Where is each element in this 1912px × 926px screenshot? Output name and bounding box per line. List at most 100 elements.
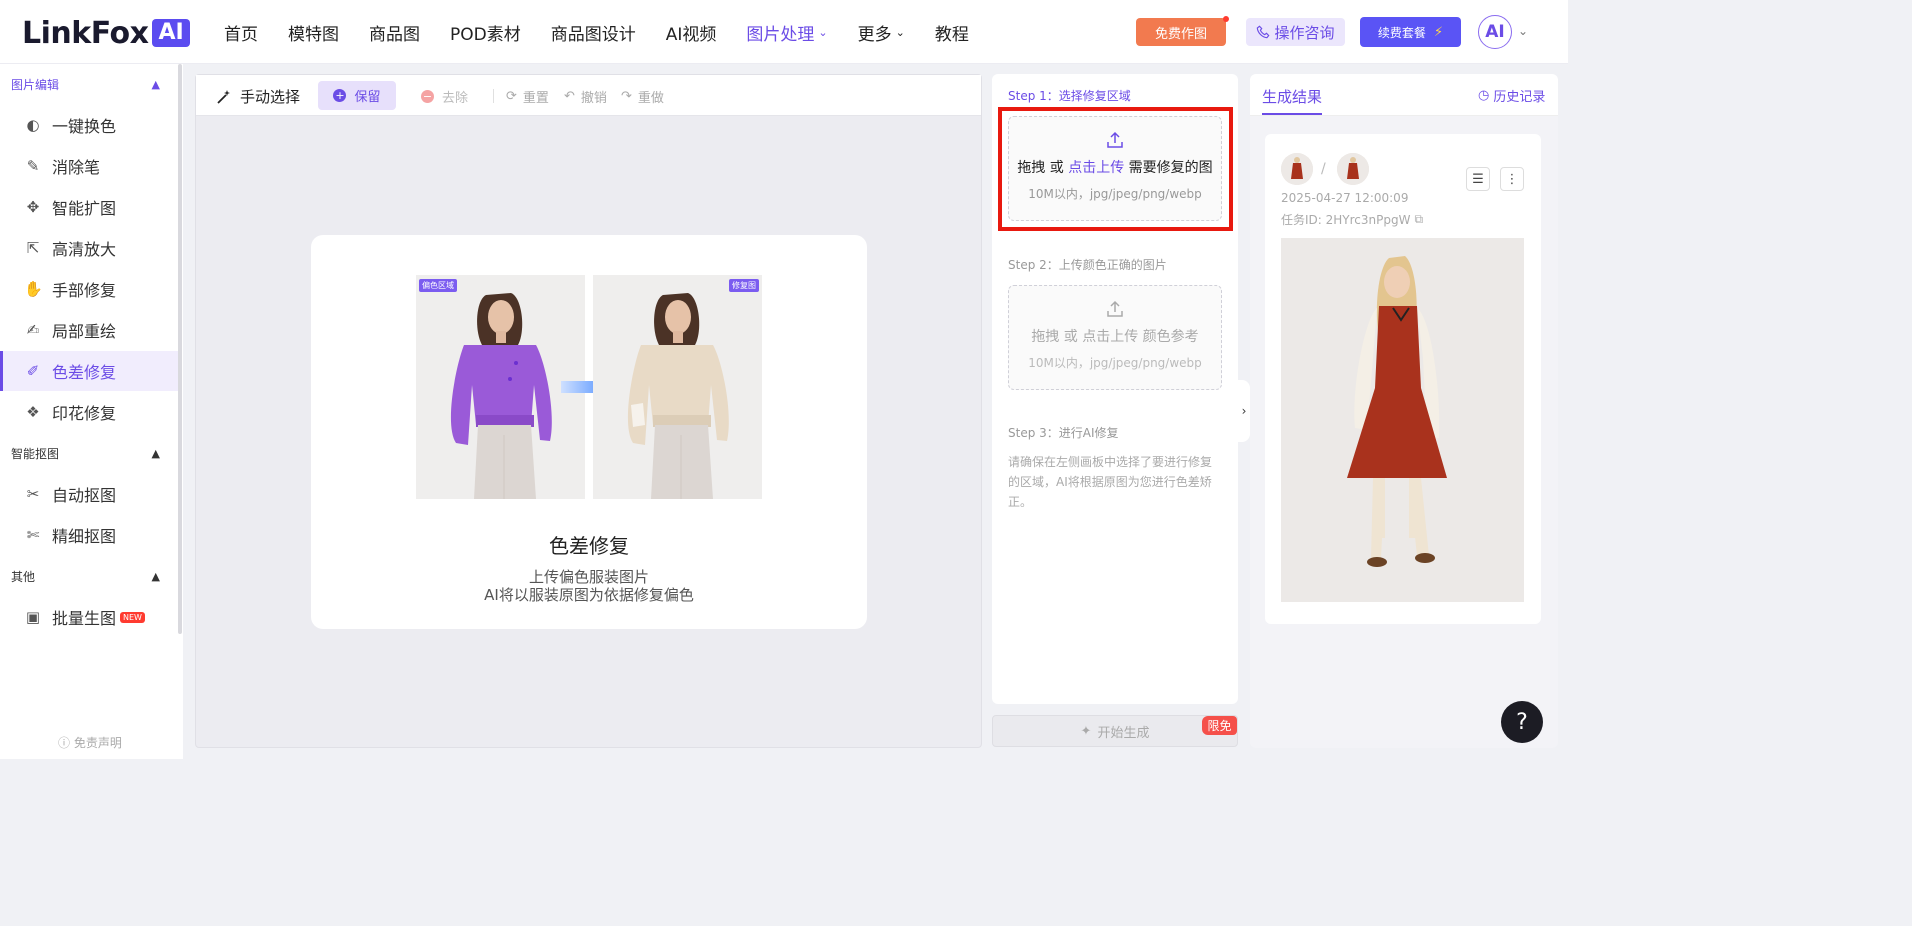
nav-ai-video[interactable]: AI视频 xyxy=(666,20,717,45)
chevron-down-icon[interactable]: ⌄ xyxy=(1518,24,1528,38)
keep-button[interactable]: + 保留 xyxy=(318,81,396,110)
history-button[interactable]: ◷ 历史记录 xyxy=(1478,86,1545,105)
section-other[interactable]: 其他 ▲ xyxy=(0,557,178,595)
sidebar-item-label: 手部修复 xyxy=(52,281,117,300)
result-image[interactable] xyxy=(1281,238,1524,602)
step2-label: Step 2：上传颜色正确的图片 xyxy=(1008,258,1167,272)
sidebar-item-label: 色差修复 xyxy=(52,363,117,382)
results-header: 生成结果 ◷ 历史记录 xyxy=(1250,74,1558,116)
copy-icon[interactable]: ⧉ xyxy=(1414,212,1423,227)
sidebar-item-label: 一键换色 xyxy=(52,117,117,136)
user-avatar[interactable]: AI xyxy=(1478,15,1512,49)
tab-generated-results[interactable]: 生成结果 xyxy=(1262,86,1323,115)
nav-pod-assets[interactable]: POD素材 xyxy=(450,20,521,45)
sidebar-item-batch[interactable]: ▣ 批量生图 NEW xyxy=(0,597,178,637)
nav-product-image[interactable]: 商品图 xyxy=(369,20,420,45)
nav-product-design[interactable]: 商品图设计 xyxy=(551,20,636,45)
task-id-text: 任务ID: 2HYrc3nPpgW xyxy=(1281,213,1411,227)
linkfox-logo[interactable]: LinkFox AI xyxy=(22,16,190,51)
remove-button[interactable]: − 去除 xyxy=(421,87,468,106)
sidebar-item-label: 智能扩图 xyxy=(52,199,117,218)
manual-select-tool[interactable]: 手动选择 xyxy=(216,86,300,107)
result-timestamp: 2025-04-27 12:00:09 xyxy=(1281,191,1409,205)
manual-select-label: 手动选择 xyxy=(240,88,301,106)
palette-icon: ◐ xyxy=(26,116,40,134)
sidebar-scrollbar[interactable] xyxy=(178,64,182,634)
help-button[interactable]: ? xyxy=(1501,701,1543,743)
consult-button[interactable]: 操作咨询 xyxy=(1246,18,1345,46)
redo-icon: ↷ xyxy=(621,89,632,104)
chevron-right-icon: › xyxy=(1241,404,1247,418)
nav-image-processing[interactable]: 图片处理 ⌄ xyxy=(746,20,827,45)
settings-sliders-button[interactable]: ☰ xyxy=(1466,167,1490,191)
upload-suffix: 需要修复的图 xyxy=(1124,160,1213,176)
woman-red-dress-illustration xyxy=(1281,238,1524,602)
result-thumbnail[interactable] xyxy=(1337,153,1369,185)
step2-upload-hint: 10M以内，jpg/jpeg/png/webp xyxy=(1028,356,1202,370)
reset-button[interactable]: ⟳ 重置 xyxy=(506,87,549,106)
disclaimer-link[interactable]: ⓘ 免责声明 xyxy=(58,734,122,751)
redo-button[interactable]: ↷ 重做 xyxy=(621,87,664,106)
section-title: 其他 xyxy=(11,569,36,584)
sidebar-item-print-fix[interactable]: ❖ 印花修复 xyxy=(0,392,178,432)
click-upload-link[interactable]: 点击上传 xyxy=(1082,329,1138,345)
chevron-up-icon: ▲ xyxy=(151,446,160,460)
main-nav: 首页 模特图 商品图 POD素材 商品图设计 AI视频 图片处理 ⌄ 更多 ⌄ 教程 xyxy=(224,20,999,45)
sidebar-item-color-fix[interactable]: ✐ 色差修复 xyxy=(0,351,178,391)
source-thumbnail[interactable] xyxy=(1281,153,1313,185)
nav-more[interactable]: 更多 ⌄ xyxy=(858,20,905,45)
step1-upload-hint: 10M以内，jpg/jpeg/png/webp xyxy=(1028,187,1202,201)
nav-label: 商品图设计 xyxy=(550,25,636,45)
nav-tutorial[interactable]: 教程 xyxy=(935,20,969,45)
renew-plan-button[interactable]: 续费套餐 ⚡ xyxy=(1360,17,1461,47)
upload-suffix: 颜色参考 xyxy=(1138,329,1199,345)
nav-label: 更多 xyxy=(857,25,892,45)
reset-label: 重置 xyxy=(522,91,549,106)
section-smart-cutout[interactable]: 智能抠图 ▲ xyxy=(0,434,178,472)
step2-upload-dropzone[interactable]: 拖拽 或 点击上传 颜色参考 10M以内，jpg/jpeg/png/webp xyxy=(1008,285,1222,390)
demo-card: 偏色区域 修复图 色差修复 上传偏色服装图片 AI将以服装原图为依据修复偏色 xyxy=(311,235,867,629)
chevron-down-icon: ⌄ xyxy=(895,26,905,39)
start-generate-label: 开始生成 xyxy=(1097,725,1150,741)
sidebar-item-expand[interactable]: ✥ 智能扩图 xyxy=(0,187,178,227)
section-image-edit[interactable]: 图片编辑 ▲ xyxy=(0,65,178,103)
info-icon: ⓘ xyxy=(58,736,74,750)
nav-label: 首页 xyxy=(224,25,258,45)
step1-upload-dropzone[interactable]: 拖拽 或 点击上传 需要修复的图 10M以内，jpg/jpeg/png/webp xyxy=(1008,116,1222,221)
redo-label: 重做 xyxy=(637,91,664,106)
more-options-button[interactable]: ⋮ xyxy=(1500,167,1524,191)
sidebar-item-upscale[interactable]: ⇱ 高清放大 xyxy=(0,228,178,268)
nav-label: 模特图 xyxy=(288,25,339,45)
demo-subtitle-line2: AI将以服装原图为依据修复偏色 xyxy=(484,586,694,604)
color-fix-icon: ✐ xyxy=(26,362,40,380)
woman-purple-hoodie-illustration xyxy=(416,275,585,499)
click-upload-link[interactable]: 点击上传 xyxy=(1068,160,1124,176)
sidebar-item-recolor[interactable]: ◐ 一键换色 xyxy=(0,105,178,145)
start-generate-button[interactable]: ✦ 开始生成 xyxy=(992,715,1238,747)
undo-button[interactable]: ↶ 撤销 xyxy=(564,87,607,106)
left-sidebar: 图片编辑 ▲ ◐ 一键换色 ✎ 消除笔 ✥ 智能扩图 ⇱ 高清放大 ✋ 手部修复 ✍ 局部重… xyxy=(0,64,183,759)
history-icon: ◷ xyxy=(1478,88,1490,103)
upload-icon xyxy=(1009,300,1221,322)
undo-label: 撤销 xyxy=(580,91,607,106)
eraser-icon: ✎ xyxy=(26,157,40,175)
print-icon: ❖ xyxy=(26,403,40,421)
sidebar-item-eraser[interactable]: ✎ 消除笔 xyxy=(0,146,178,186)
remove-label: 去除 xyxy=(442,91,469,106)
nav-model-image[interactable]: 模特图 xyxy=(288,20,339,45)
sidebar-item-hand-fix[interactable]: ✋ 手部修复 xyxy=(0,269,178,309)
sidebar-item-label: 批量生图 xyxy=(52,609,117,628)
sidebar-item-label: 精细抠图 xyxy=(52,527,117,546)
notification-dot xyxy=(1223,16,1229,22)
thumbnail-separator: / xyxy=(1321,161,1326,177)
phone-icon xyxy=(1257,25,1270,39)
free-create-button[interactable]: 免费作图 xyxy=(1136,16,1229,46)
sidebar-item-fine-cutout[interactable]: ✄ 精细抠图 xyxy=(0,515,178,555)
chevron-up-icon: ▲ xyxy=(151,569,160,583)
nav-home[interactable]: 首页 xyxy=(224,20,258,45)
steps-panel: Step 1：选择修复区域 拖拽 或 点击上传 需要修复的图 10M以内，jpg… xyxy=(992,74,1238,704)
sidebar-item-inpaint[interactable]: ✍ 局部重绘 xyxy=(0,310,178,350)
sidebar-item-auto-cutout[interactable]: ✂ 自动抠图 xyxy=(0,474,178,514)
collapse-panel-toggle[interactable]: › xyxy=(1238,380,1250,442)
color-cast-tag: 偏色区域 xyxy=(419,279,457,292)
